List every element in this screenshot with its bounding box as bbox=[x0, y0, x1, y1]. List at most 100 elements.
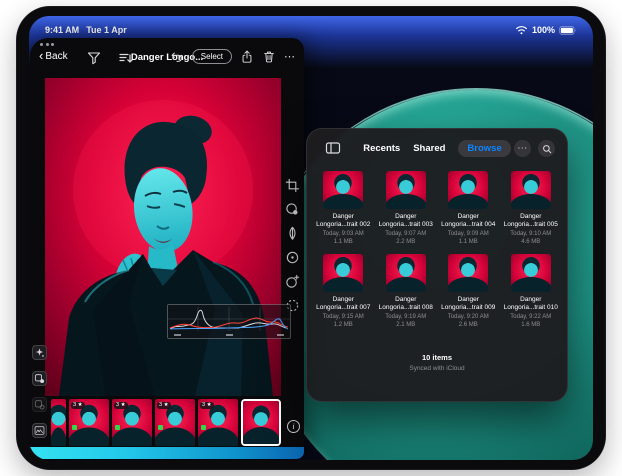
color-tag bbox=[72, 425, 77, 430]
file-thumbnail bbox=[323, 171, 364, 209]
undo-icon[interactable] bbox=[169, 50, 184, 64]
share-icon[interactable] bbox=[240, 49, 254, 64]
file-name: Danger Longoria...trait 004 bbox=[441, 213, 496, 228]
file-thumbnail bbox=[323, 254, 364, 292]
file-thumbnail bbox=[385, 254, 426, 292]
more-icon[interactable]: ⋯ bbox=[284, 50, 296, 64]
file-name: Danger Longoria...trait 005 bbox=[503, 213, 558, 228]
file-thumbnail bbox=[385, 171, 426, 209]
file-date: Today, 9:10 AM bbox=[510, 231, 552, 237]
portrait-photo bbox=[45, 78, 281, 396]
battery-percent: 100% bbox=[531, 25, 555, 35]
file-thumbnail bbox=[448, 254, 489, 292]
file-name: Danger Longoria...trait 007 bbox=[316, 296, 371, 311]
file-size: 1.1 MB bbox=[333, 239, 353, 245]
info-icon[interactable]: i bbox=[287, 420, 300, 433]
select-button[interactable]: Select bbox=[191, 49, 232, 64]
filmstrip-thumb[interactable]: 3 ★ bbox=[198, 399, 238, 446]
window-controls[interactable] bbox=[40, 43, 54, 46]
file-name: Danger Longoria...trait 010 bbox=[503, 296, 558, 311]
crop-rotate-icon[interactable] bbox=[285, 178, 300, 193]
file-item[interactable]: Danger Longoria...trait 003 Today, 9:07 … bbox=[377, 171, 436, 246]
filmstrip-thumb[interactable] bbox=[51, 399, 66, 446]
clone-icon[interactable] bbox=[285, 250, 300, 265]
file-name: Danger Longoria...trait 002 bbox=[316, 213, 371, 228]
file-item[interactable]: Danger Longoria...trait 010 Today, 9:22 … bbox=[502, 254, 561, 329]
file-date: Today, 9:09 AM bbox=[447, 231, 489, 237]
tab-browse[interactable]: Browse bbox=[458, 139, 511, 157]
file-thumbnail bbox=[448, 171, 489, 209]
file-grid: Danger Longoria...trait 002 Today, 9:03 … bbox=[314, 171, 560, 329]
rating-badge: 3 ★ bbox=[71, 402, 85, 409]
magic-retouch-icon[interactable] bbox=[285, 274, 300, 289]
ipad-device-frame: 9:41 AM Tue 1 Apr 100% ‹ Back Danger Lon… bbox=[16, 6, 606, 470]
auto-enhance-icon[interactable] bbox=[32, 345, 47, 360]
file-item[interactable]: Danger Longoria...trait 009 Today, 9:20 … bbox=[439, 254, 498, 329]
status-date: Tue 1 Apr bbox=[86, 25, 127, 35]
files-window: Recents Shared Browse ⋯ Danger Longoria.… bbox=[306, 128, 568, 402]
cyan-glow-bar bbox=[30, 447, 304, 459]
file-date: Today, 9:20 AM bbox=[447, 314, 489, 320]
file-date: Today, 9:19 AM bbox=[385, 314, 427, 320]
file-date: Today, 9:07 AM bbox=[385, 231, 427, 237]
rating-badge: 3 ★ bbox=[200, 402, 214, 409]
file-size: 1.6 MB bbox=[521, 322, 541, 328]
editor-side-buttons bbox=[32, 345, 47, 438]
file-size: 1.1 MB bbox=[458, 239, 478, 245]
photo-editor-window: ‹ Back Danger Longo... Select ⋯ 3 ★ 3 ★ … bbox=[30, 38, 304, 459]
wifi-icon bbox=[515, 25, 528, 35]
ipad-screen: 9:41 AM Tue 1 Apr 100% ‹ Back Danger Lon… bbox=[29, 16, 593, 460]
filmstrip: 3 ★ 3 ★ 3 ★ 3 ★ bbox=[51, 399, 281, 446]
file-date: Today, 9:22 AM bbox=[510, 314, 552, 320]
status-bar: 9:41 AM Tue 1 Apr 100% bbox=[45, 23, 577, 37]
histogram-overlay bbox=[167, 304, 291, 339]
paste-adjustments-icon[interactable] bbox=[32, 397, 47, 412]
file-size: 4.6 MB bbox=[521, 239, 541, 245]
filmstrip-thumb[interactable]: 3 ★ bbox=[69, 399, 109, 446]
item-count: 10 items bbox=[421, 353, 453, 362]
photo-canvas[interactable] bbox=[45, 78, 281, 396]
heal-brush-icon[interactable] bbox=[285, 226, 300, 241]
file-name: Danger Longoria...trait 009 bbox=[441, 296, 496, 311]
files-footer: 10 items Synced with iCloud bbox=[307, 353, 567, 372]
tab-recents[interactable]: Recents bbox=[363, 143, 400, 154]
histogram-panel-icon[interactable] bbox=[32, 423, 47, 438]
file-item[interactable]: Danger Longoria...trait 002 Today, 9:03 … bbox=[314, 171, 373, 246]
file-name: Danger Longoria...trait 003 bbox=[378, 213, 433, 228]
trash-icon[interactable] bbox=[262, 49, 276, 64]
file-item[interactable]: Danger Longoria...trait 008 Today, 9:19 … bbox=[377, 254, 436, 329]
filmstrip-thumb[interactable]: 3 ★ bbox=[155, 399, 195, 446]
screenshot-root: 9:41 AM Tue 1 Apr 100% ‹ Back Danger Lon… bbox=[0, 0, 622, 476]
histogram-ticks bbox=[174, 334, 284, 336]
editor-tool-rail bbox=[282, 178, 302, 313]
file-item[interactable]: Danger Longoria...trait 007 Today, 9:15 … bbox=[314, 254, 373, 329]
editor-toolbar: ‹ Back Danger Longo... Select ⋯ bbox=[30, 49, 304, 69]
files-toolbar: Recents Shared Browse ⋯ bbox=[317, 138, 557, 158]
color-adjust-icon[interactable] bbox=[285, 202, 300, 217]
sync-status: Synced with iCloud bbox=[409, 365, 465, 372]
file-size: 2.2 MB bbox=[396, 239, 416, 245]
file-name: Danger Longoria...trait 008 bbox=[378, 296, 433, 311]
files-more-icon[interactable]: ⋯ bbox=[514, 140, 531, 157]
file-date: Today, 9:15 AM bbox=[322, 314, 364, 320]
file-size: 2.6 MB bbox=[458, 322, 478, 328]
color-tag bbox=[115, 425, 120, 430]
file-date: Today, 9:03 AM bbox=[322, 231, 364, 237]
tab-shared[interactable]: Shared bbox=[413, 143, 445, 154]
rating-badge: 3 ★ bbox=[157, 402, 171, 409]
file-size: 2.1 MB bbox=[396, 322, 416, 328]
file-size: 1.2 MB bbox=[333, 322, 353, 328]
status-time: 9:41 AM bbox=[45, 25, 80, 35]
color-tag bbox=[201, 425, 206, 430]
file-item[interactable]: Danger Longoria...trait 005 Today, 9:10 … bbox=[502, 171, 561, 246]
search-icon[interactable] bbox=[538, 140, 555, 157]
filmstrip-thumb-selected[interactable] bbox=[241, 399, 281, 446]
file-thumbnail bbox=[510, 254, 551, 292]
battery-icon bbox=[559, 25, 577, 35]
rating-badge: 3 ★ bbox=[114, 402, 128, 409]
file-thumbnail bbox=[510, 171, 551, 209]
filmstrip-thumb[interactable]: 3 ★ bbox=[112, 399, 152, 446]
copy-adjustments-icon[interactable] bbox=[32, 371, 47, 386]
file-item[interactable]: Danger Longoria...trait 004 Today, 9:09 … bbox=[439, 171, 498, 246]
color-tag bbox=[158, 425, 163, 430]
